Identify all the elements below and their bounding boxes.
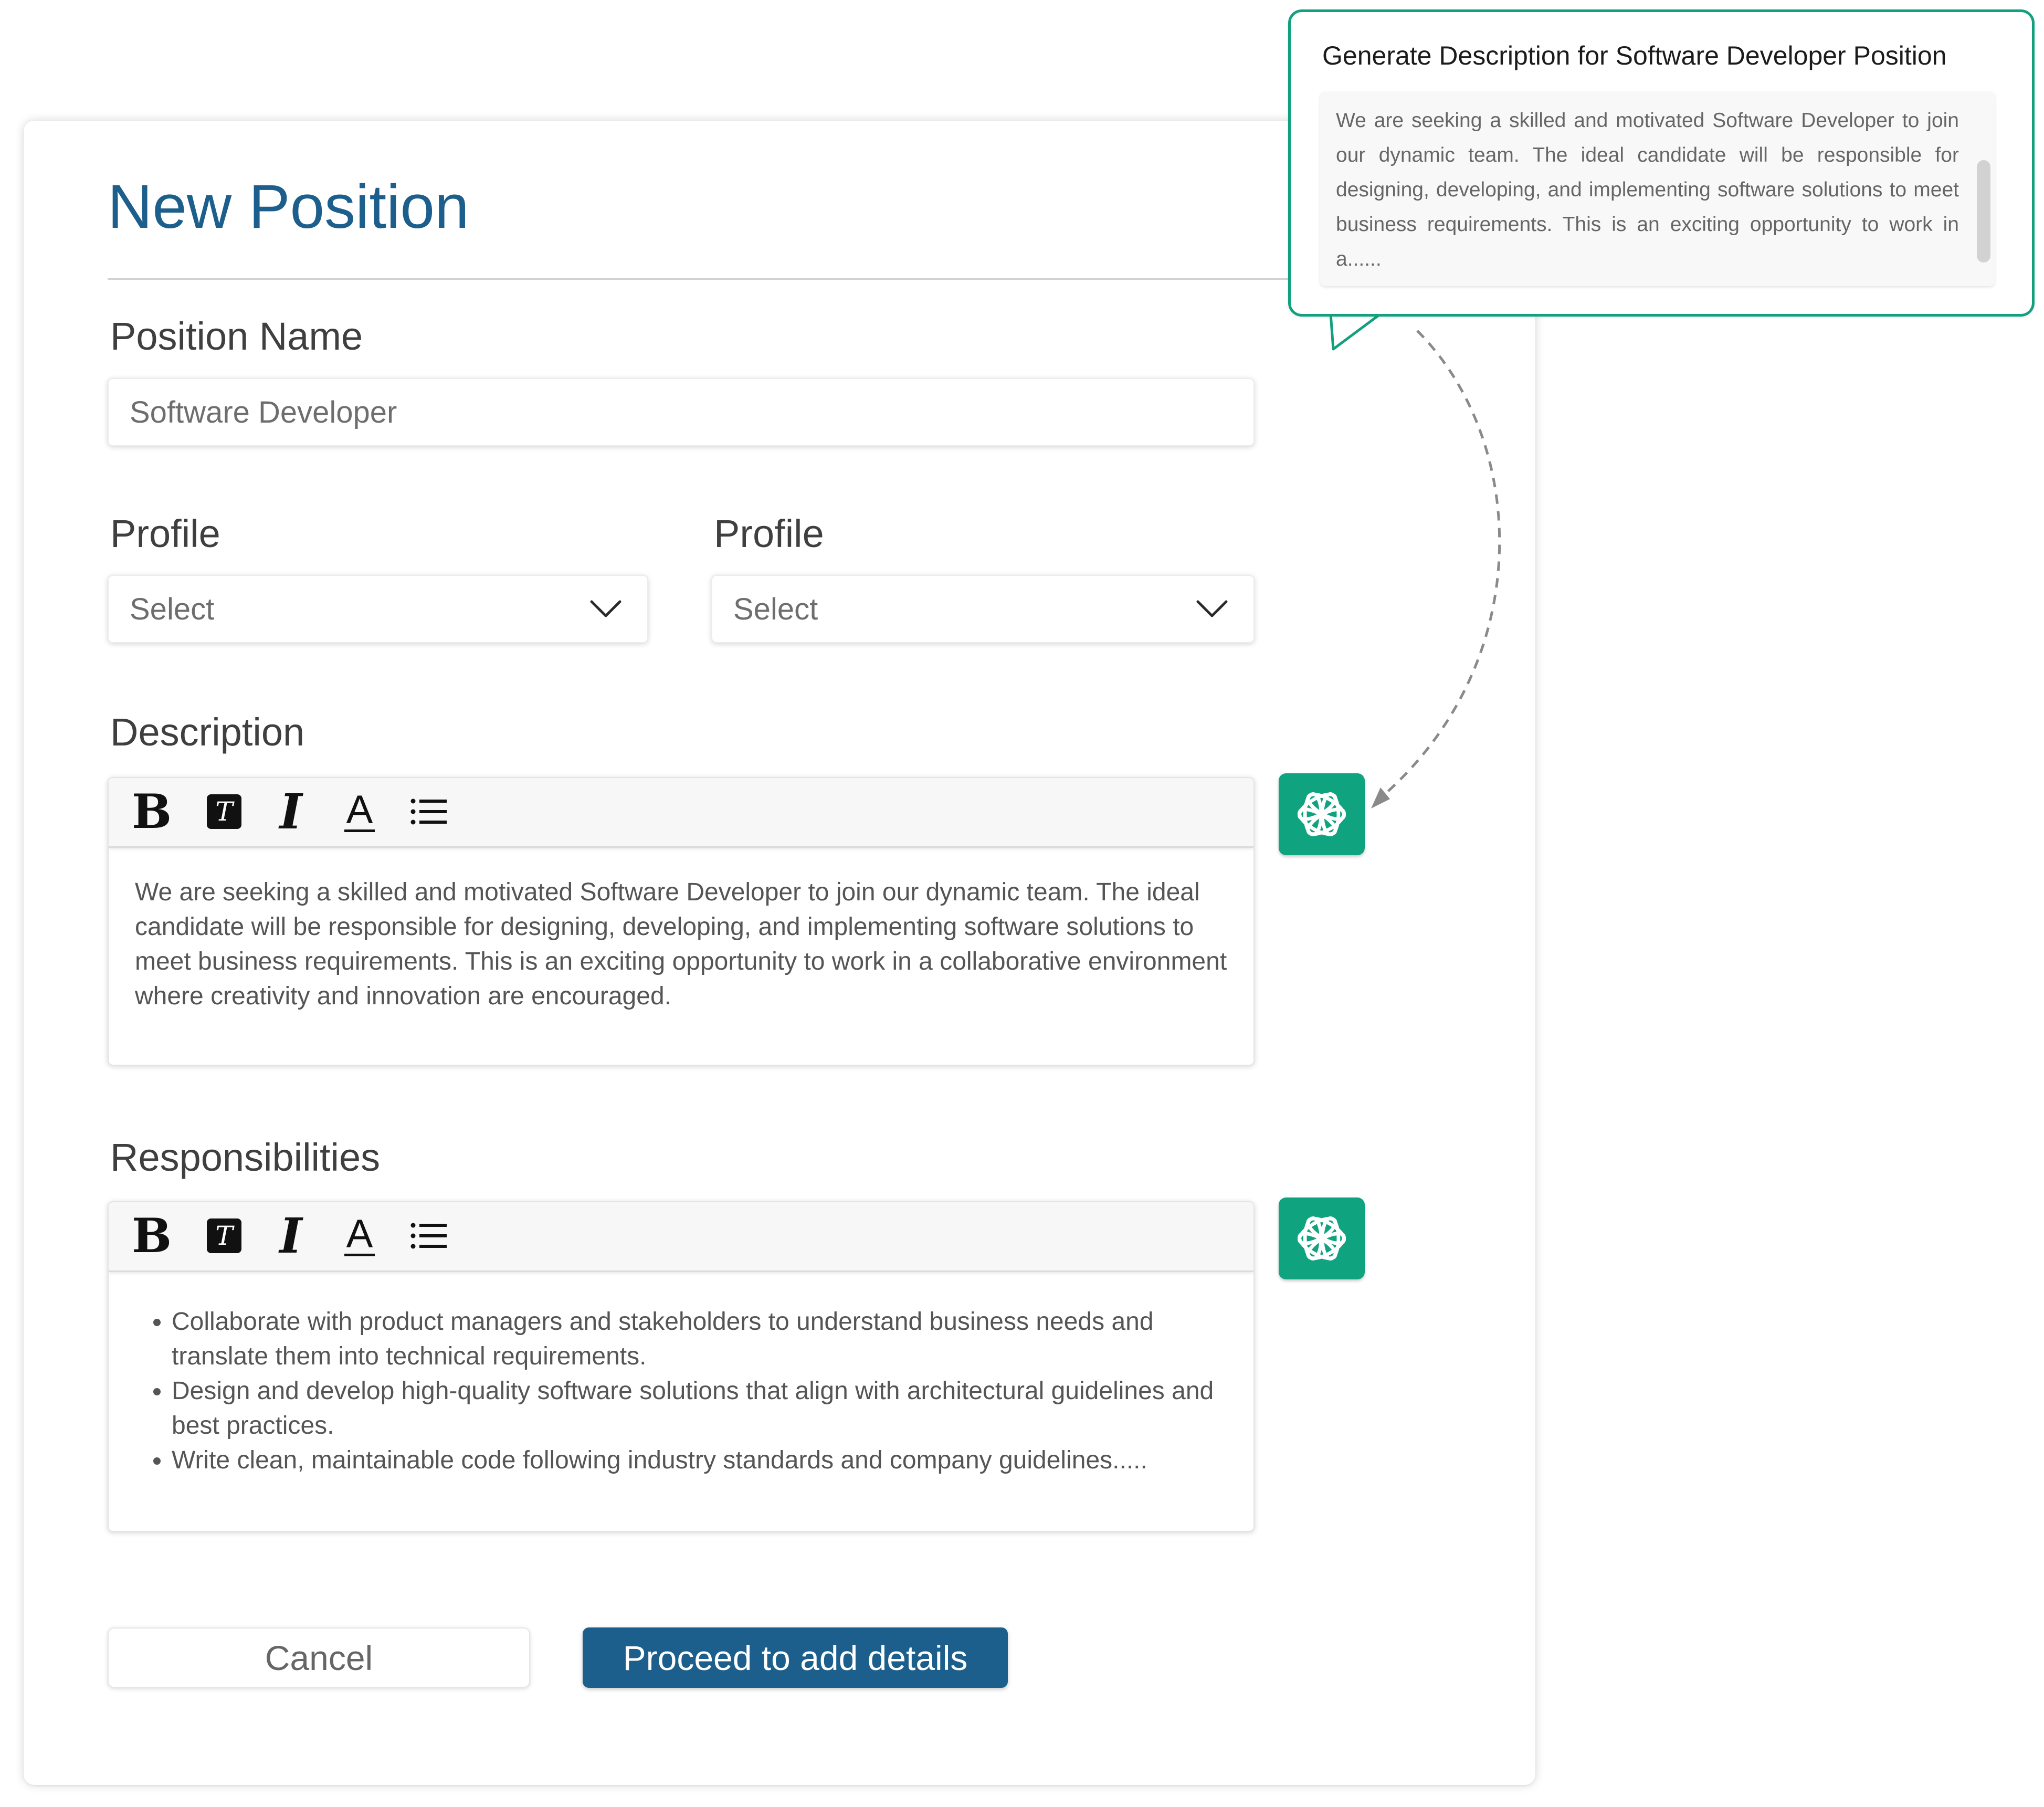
popup-preview-box: We are seeking a skilled and motivated S… (1320, 92, 1995, 286)
arrow-head-icon (1371, 787, 1390, 808)
popup-title: Generate Description for Software Develo… (1322, 41, 1947, 70)
generate-description-popup: Generate Description for Software Develo… (1288, 9, 2035, 317)
popup-preview-text: We are seeking a skilled and motivated S… (1336, 109, 1959, 270)
popup-scrollbar[interactable] (1977, 160, 1990, 262)
